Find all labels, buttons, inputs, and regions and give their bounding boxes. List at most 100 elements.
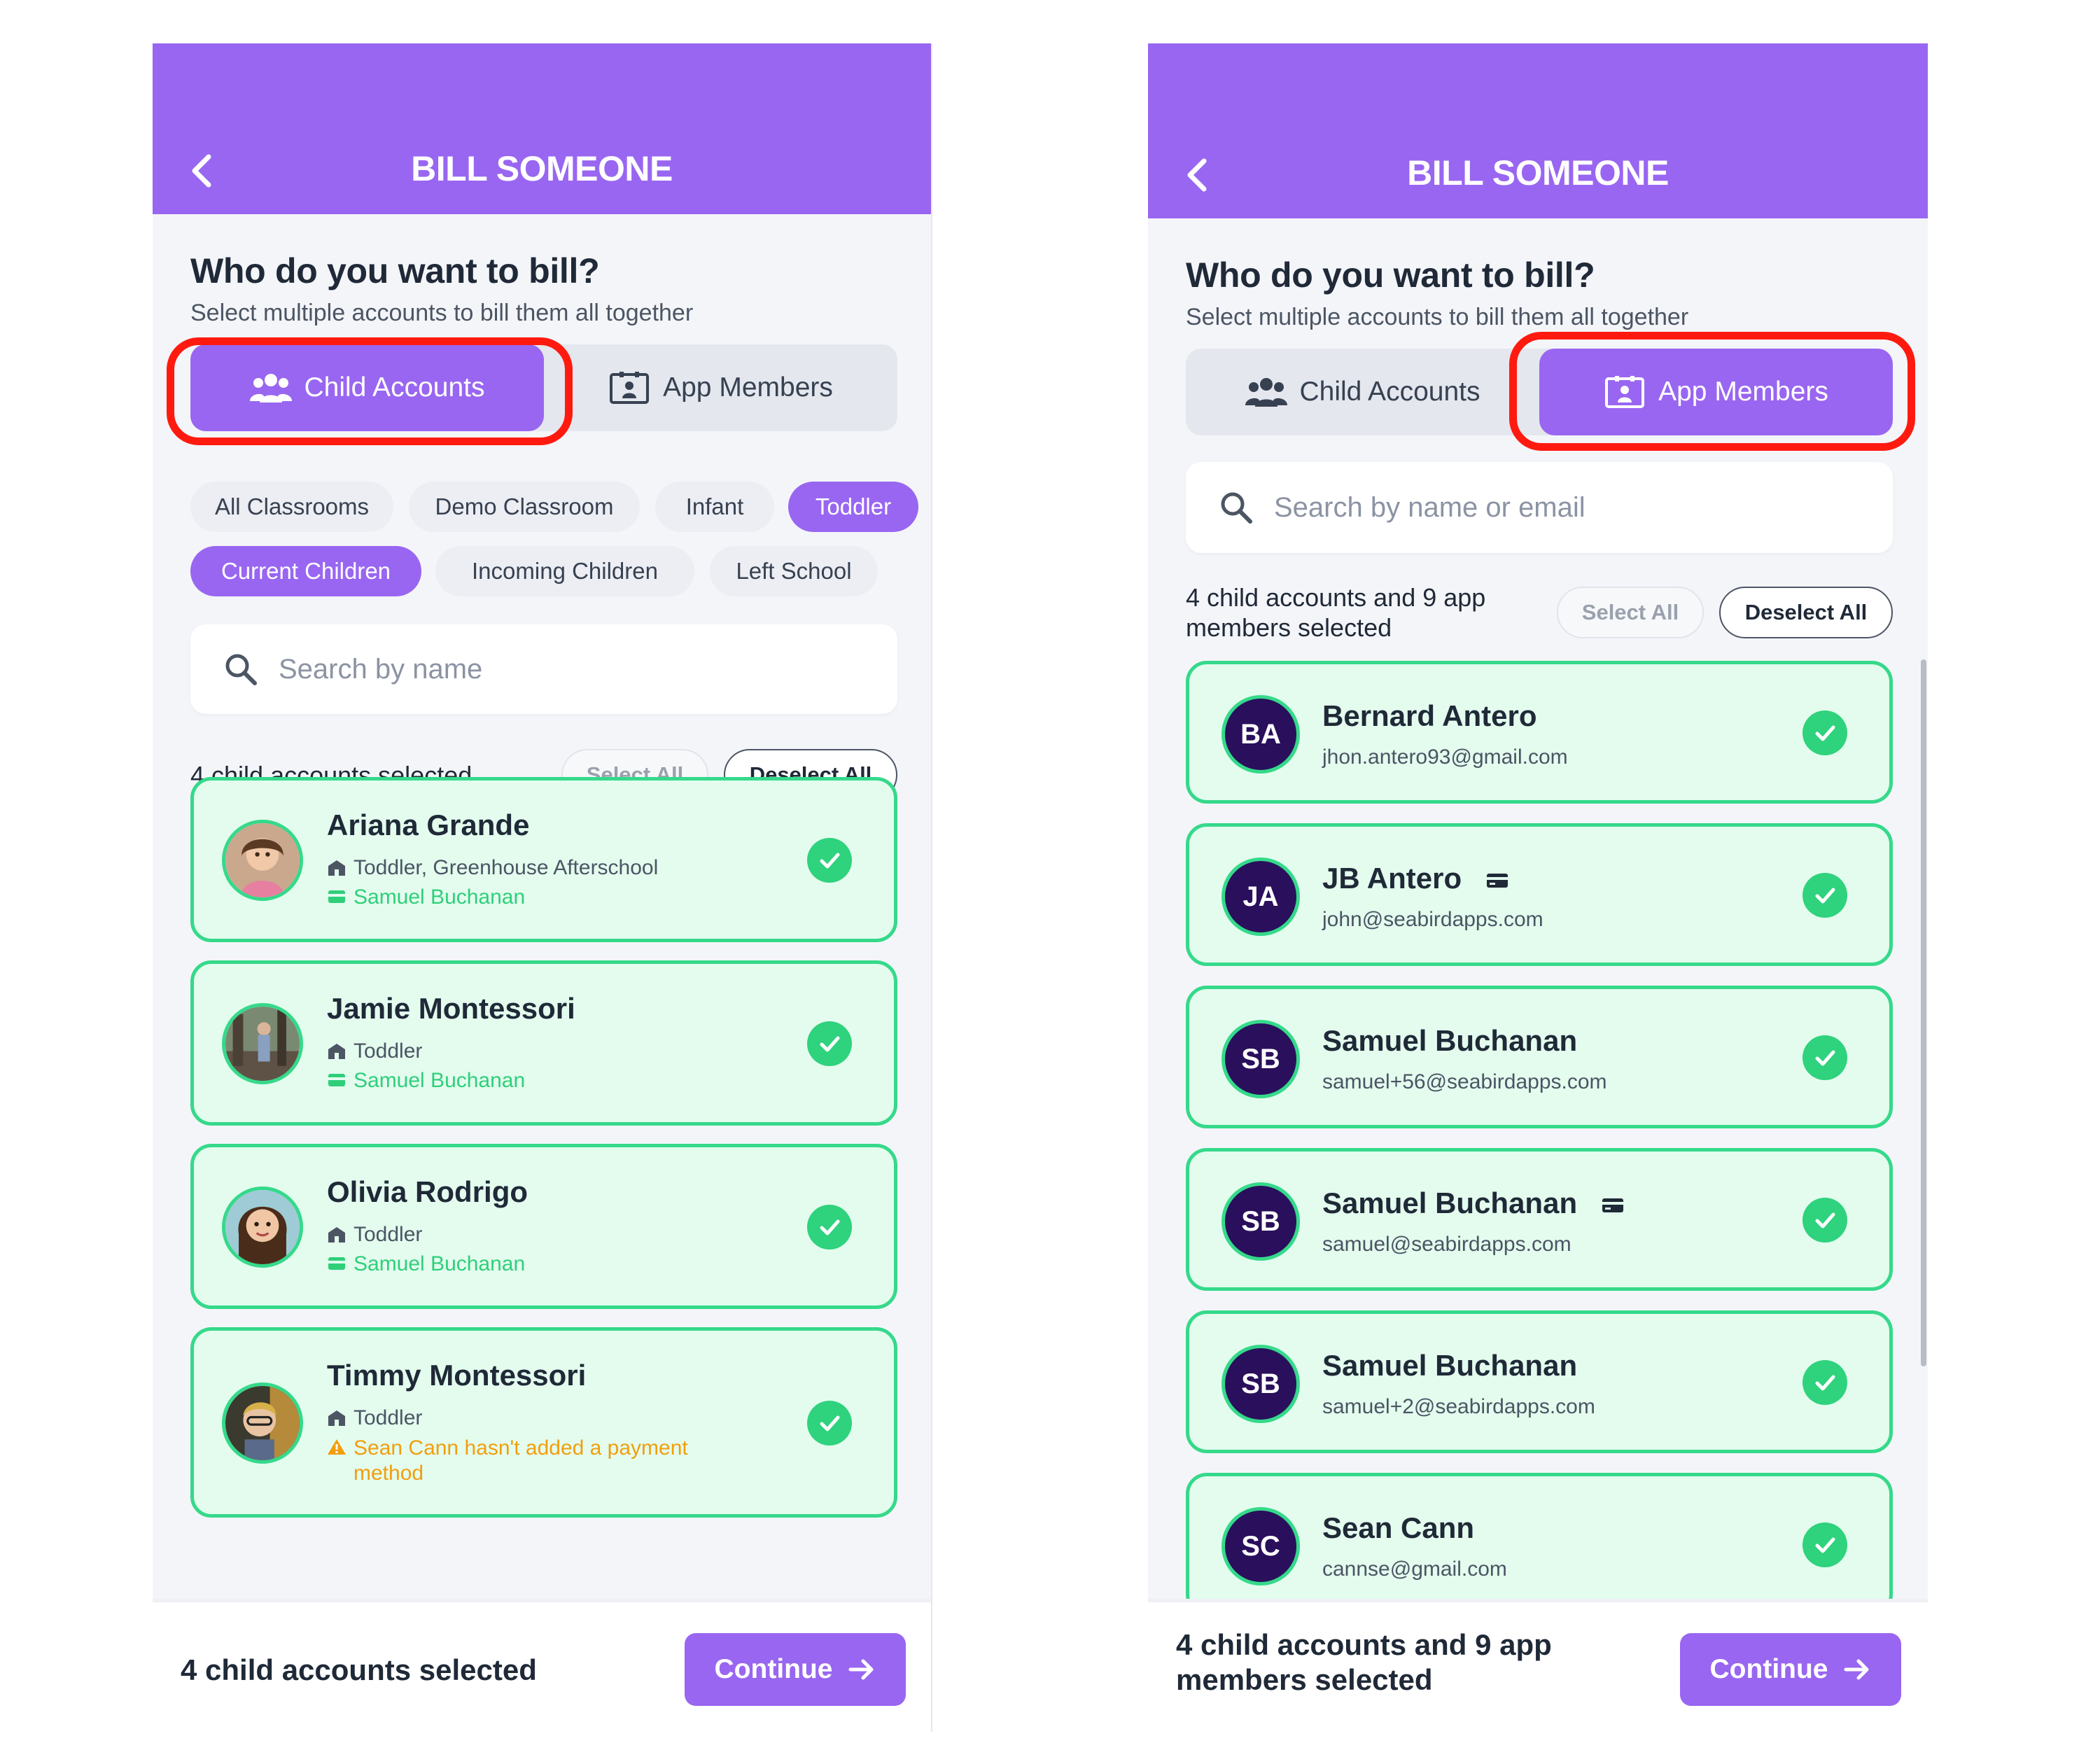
app-member-card[interactable]: BA Bernard Antero jhon.antero93@gmail.co…: [1186, 661, 1893, 804]
app-member-card[interactable]: SB Samuel Buchanan samuel@seabirdapps.co…: [1186, 1148, 1893, 1291]
arrow-right-icon: [1844, 1659, 1869, 1680]
tab-label: App Members: [1658, 377, 1828, 407]
selected-check-icon[interactable]: [1802, 1360, 1847, 1405]
member-name-row: JB Antero: [1322, 862, 1509, 895]
app-members-screen: BILL SOMEONE Who do you want to bill? Se…: [1148, 43, 1928, 1732]
classroom-text: Toddler: [354, 1406, 423, 1429]
child-account-card[interactable]: Olivia Rodrigo Toddler Samuel Buchanan: [190, 1144, 897, 1309]
question-subtitle: Select multiple accounts to bill them al…: [1186, 304, 1689, 330]
header-bar: BILL SOMEONE: [153, 43, 931, 214]
member-name-row: Samuel Buchanan: [1322, 1186, 1625, 1220]
selected-check-icon[interactable]: [1802, 710, 1847, 755]
filter-chip-demo-classroom[interactable]: Demo Classroom: [409, 482, 640, 532]
child-account-card[interactable]: Jamie Montessori Toddler Samuel Buchanan: [190, 960, 897, 1126]
school-icon: [328, 1227, 345, 1242]
classroom-text: Toddler: [354, 1040, 423, 1063]
continue-button[interactable]: Continue: [685, 1633, 906, 1706]
classroom-text: Toddler, Greenhouse Afterschool: [354, 856, 659, 879]
classroom-info: Toddler: [327, 1406, 422, 1430]
footer-bar: 4 child accounts selected Continue: [153, 1599, 931, 1732]
search-bar: [1186, 462, 1893, 553]
member-name: Sean Cann: [1322, 1511, 1475, 1544]
avatar-initials: SB: [1222, 1182, 1300, 1261]
payer-info: Samuel Buchanan: [327, 886, 525, 909]
app-member-card[interactable]: SB Samuel Buchanan samuel+56@seabirdapps…: [1186, 986, 1893, 1128]
warning-icon: [328, 1439, 346, 1455]
search-input[interactable]: [1274, 491, 1820, 524]
deselect-all-button[interactable]: Deselect All: [1719, 587, 1893, 638]
avatar-initials: SB: [1222, 1345, 1300, 1423]
member-email: samuel@seabirdapps.com: [1322, 1233, 1572, 1256]
member-email: john@seabirdapps.com: [1322, 908, 1544, 931]
page-title: BILL SOMEONE: [411, 149, 673, 188]
filter-chip-incoming-children[interactable]: Incoming Children: [435, 546, 694, 596]
child-name: Jamie Montessori: [327, 992, 575, 1025]
credit-card-icon: [1486, 873, 1508, 888]
id-badge-icon: [1605, 376, 1645, 408]
selected-check-icon[interactable]: [807, 1021, 852, 1066]
selected-check-icon[interactable]: [1802, 873, 1847, 918]
filter-chip-all-classrooms[interactable]: All Classrooms: [190, 482, 393, 532]
avatar: [222, 1003, 303, 1084]
tab-app-members[interactable]: App Members: [544, 344, 897, 431]
id-badge-icon: [610, 372, 650, 404]
filter-chip-infant[interactable]: Infant: [655, 482, 774, 532]
app-member-card[interactable]: SC Sean Cann cannse@gmail.com: [1186, 1473, 1893, 1616]
filter-chip-current-children[interactable]: Current Children: [190, 546, 421, 596]
search-input[interactable]: [279, 653, 825, 685]
filter-chip-toddler[interactable]: Toddler: [788, 482, 918, 532]
tab-child-accounts[interactable]: Child Accounts: [190, 344, 544, 431]
member-email: samuel+2@seabirdapps.com: [1322, 1395, 1595, 1418]
selected-check-icon[interactable]: [1802, 1035, 1847, 1080]
avatar-initials: JA: [1222, 858, 1300, 936]
member-email: jhon.antero93@gmail.com: [1322, 746, 1568, 769]
payer-info: Samuel Buchanan: [327, 1252, 525, 1276]
footer-summary: 4 child accounts and 9 app members selec…: [1176, 1628, 1552, 1697]
classroom-info: Toddler, Greenhouse Afterschool: [327, 856, 658, 880]
select-all-button[interactable]: Select All: [1557, 587, 1704, 638]
avatar-initials: BA: [1222, 695, 1300, 774]
child-name: Ariana Grande: [327, 808, 530, 841]
member-name: JB Antero: [1322, 862, 1462, 895]
question-subtitle: Select multiple accounts to bill them al…: [190, 300, 694, 326]
app-member-card[interactable]: SB Samuel Buchanan samuel+2@seabirdapps.…: [1186, 1310, 1893, 1453]
header-bar: BILL SOMEONE: [1148, 43, 1928, 218]
selected-check-icon[interactable]: [1802, 1198, 1847, 1242]
payer-name: Samuel Buchanan: [354, 1252, 526, 1275]
member-name: Samuel Buchanan: [1322, 1024, 1578, 1057]
continue-label: Continue: [1709, 1654, 1828, 1684]
tab-label: Child Accounts: [304, 372, 485, 402]
selected-check-icon[interactable]: [807, 1401, 852, 1446]
tab-label: App Members: [663, 372, 833, 402]
selected-check-icon[interactable]: [807, 1205, 852, 1250]
child-account-card[interactable]: Timmy Montessori Toddler Sean Cann hasn'…: [190, 1327, 897, 1518]
payer-name: Samuel Buchanan: [354, 1069, 526, 1092]
question-heading: Who do you want to bill?: [1186, 255, 1595, 295]
scrollbar[interactable]: [1921, 659, 1926, 1366]
member-email: samuel+56@seabirdapps.com: [1322, 1070, 1607, 1093]
avatar: [222, 820, 303, 901]
payment-warning: Sean Cann hasn't added a payment method: [327, 1436, 747, 1486]
question-heading: Who do you want to bill?: [190, 251, 600, 290]
page-title: BILL SOMEONE: [1407, 153, 1669, 192]
continue-button[interactable]: Continue: [1680, 1633, 1901, 1706]
selected-check-icon[interactable]: [807, 838, 852, 883]
tab-child-accounts[interactable]: Child Accounts: [1186, 349, 1539, 435]
app-member-card[interactable]: JA JB Antero john@seabirdapps.com: [1186, 823, 1893, 966]
credit-card-icon: [328, 1257, 345, 1270]
account-type-toggle: Child Accounts App Members: [1186, 349, 1893, 435]
selected-check-icon[interactable]: [1802, 1522, 1847, 1567]
filter-chip-left-school[interactable]: Left School: [710, 546, 878, 596]
avatar: [222, 1382, 303, 1464]
credit-card-icon: [328, 1074, 345, 1086]
classroom-info: Toddler: [327, 1040, 422, 1063]
continue-label: Continue: [714, 1654, 833, 1684]
tab-app-members[interactable]: App Members: [1539, 349, 1893, 435]
footer-summary: 4 child accounts selected: [181, 1653, 537, 1686]
avatar: [222, 1186, 303, 1268]
child-account-card[interactable]: Ariana Grande Toddler, Greenhouse Afters…: [190, 777, 897, 942]
member-name: Samuel Buchanan: [1322, 1186, 1578, 1219]
avatar-initials: SC: [1222, 1507, 1300, 1586]
search-bar: [190, 624, 897, 714]
tab-label: Child Accounts: [1299, 377, 1480, 407]
